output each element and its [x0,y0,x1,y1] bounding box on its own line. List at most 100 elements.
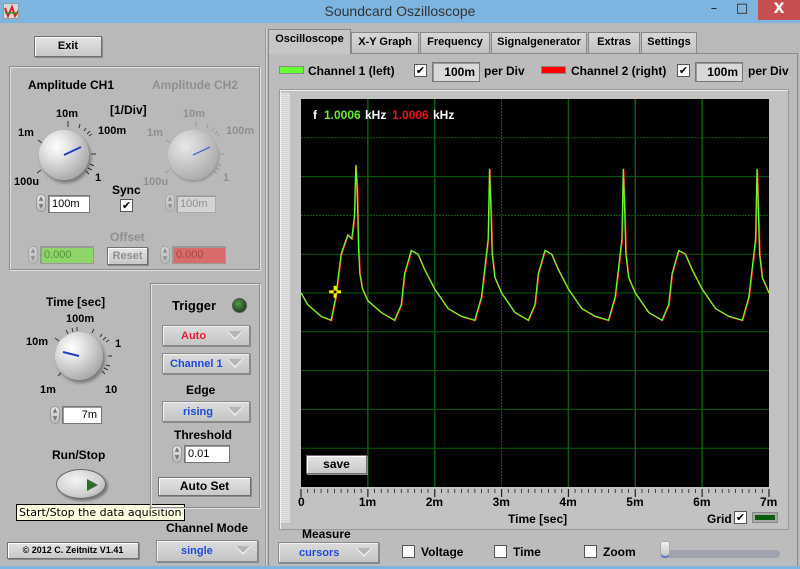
time-input[interactable]: 7m [62,406,102,424]
voltage-label: Voltage [421,545,464,559]
oscilloscope-plot[interactable] [301,99,769,487]
offset-ch1-input: 0.000 [40,246,94,264]
offset-reset-button: Reset [107,247,148,265]
time-spinner[interactable]: ▲ ▼ [50,406,60,424]
trigger-edge-dropdown[interactable]: rising [162,401,250,422]
close-button[interactable]: X [758,0,800,20]
exit-button[interactable]: Exit [34,36,102,57]
copyright-button[interactable]: © 2012 C. Zeitnitz V1.41 [7,542,139,559]
amplitude-unit-label: [1/Div] [110,103,147,117]
ch2-color-swatch [541,66,566,74]
tab-extras[interactable]: Extras [588,32,640,53]
offset-label: Offset [110,230,145,244]
run-stop-label: Run/Stop [52,448,106,462]
sync-label: Sync [112,183,141,197]
ch1-enable-checkbox[interactable]: ✔ [414,64,427,77]
ch2-amplitude-spinner: ▲ ▼ [165,194,175,212]
voltage-checkbox[interactable] [402,545,415,558]
ch2-amplitude-knob [168,130,218,180]
ch2-enable-checkbox[interactable]: ✔ [677,64,690,77]
zoom-label: Zoom [603,545,636,559]
chevron-down-icon [227,407,243,416]
freq-ch1-unit: kHz [365,108,387,122]
ch1-scale-input[interactable]: 100m [432,62,480,82]
chevron-down-icon [227,359,243,368]
graph-frame-edge [281,93,290,523]
freq-prefix: f [313,108,317,122]
chevron-down-icon [227,331,243,340]
trigger-channel-value: Channel 1 [170,358,223,370]
x-tick-label: 3m [492,495,510,509]
minimize-button[interactable]: – [700,0,728,20]
measure-label: Measure [302,527,351,541]
tab-xy-graph[interactable]: X-Y Graph [351,32,419,53]
ch1-amplitude-spinner[interactable]: ▲ ▼ [36,194,46,212]
ch1-amplitude-knob[interactable] [39,130,89,180]
sync-checkbox[interactable]: ✔ [120,199,133,212]
tab-signalgenerator[interactable]: Signalgenerator [491,32,587,53]
trigger-title: Trigger [172,298,217,313]
x-tick-label: 0 [298,495,305,509]
channel-mode-label: Channel Mode [166,521,249,535]
time-label: Time [513,545,541,559]
ch1-color-swatch [279,66,304,74]
ch2-amplitude-input: 100m [176,195,216,213]
offset-ch1-spinner: ▲ ▼ [28,246,38,264]
time-scale-100m: 100m [66,313,95,325]
trigger-channel-dropdown[interactable]: Channel 1 [162,353,250,374]
x-tick-label: 5m [626,495,644,509]
channel-mode-dropdown[interactable]: single [156,540,258,562]
zoom-slider-track[interactable] [660,550,780,558]
threshold-input[interactable]: 0.01 [184,445,230,463]
threshold-spinner[interactable]: ▲ ▼ [172,445,182,463]
tab-oscilloscope[interactable]: Oscilloscope [268,29,351,54]
time-scale-10m: 10m [26,336,49,348]
tab-frequency[interactable]: Frequency [420,32,490,53]
threshold-label: Threshold [174,428,233,442]
offset-ch2-spinner: ▲ ▼ [160,246,170,264]
ch1-label: Channel 1 (left) [308,64,395,78]
measure-mode-dropdown[interactable]: cursors [278,542,379,563]
x-tick-label: 6m [693,495,711,509]
ch1-amplitude-input[interactable]: 100m [48,195,90,213]
zoom-checkbox[interactable] [584,545,597,558]
chevron-down-icon [235,546,251,555]
x-tick-label: 4m [559,495,577,509]
ch1-per-div-label: per Div [484,64,525,78]
play-icon [87,479,98,491]
trigger-mode-dropdown[interactable]: Auto [162,325,250,346]
freq-ch2-unit: kHz [433,108,455,122]
x-tick-label: 7m [760,495,778,509]
measure-mode-value: cursors [299,547,340,559]
amplitude-ch1-title: Amplitude CH1 [28,78,115,92]
grid-checkbox[interactable]: ✔ [734,511,747,524]
trigger-indicator-led [232,298,247,313]
time-title: Time [sec] [46,295,106,309]
panel-divider [265,28,267,569]
chevron-down-icon [356,548,372,557]
x-tick-label: 2m [425,495,444,509]
auto-set-button[interactable]: Auto Set [158,477,251,496]
trigger-mode-value: Auto [181,330,207,342]
amplitude-ch2-title: Amplitude CH2 [152,78,239,92]
ch2-scale-input[interactable]: 100m [695,62,743,82]
grid-label: Grid [707,512,732,526]
maximize-button[interactable]: □ [728,0,756,20]
grid-color-picker[interactable] [752,512,778,523]
offset-ch2-input: 0.000 [172,246,226,264]
ch2-label: Channel 2 (right) [571,64,667,78]
x-tick-label: 1m [358,495,377,509]
time-checkbox[interactable] [494,545,507,558]
tab-settings[interactable]: Settings [641,32,697,53]
freq-ch2-value: 1.0006 [392,108,429,122]
cursor-center [333,290,337,294]
run-stop-button[interactable] [56,469,106,499]
trigger-edge-value: rising [183,406,213,418]
edge-label: Edge [186,383,216,397]
zoom-slider-thumb[interactable] [660,541,670,558]
channel-mode-value: single [181,545,213,557]
freq-ch1-value: 1.0006 [324,108,361,122]
time-knob[interactable] [55,332,103,380]
save-button[interactable]: save [306,455,367,474]
window-title: Soundcard Oszilloscope [324,3,476,19]
